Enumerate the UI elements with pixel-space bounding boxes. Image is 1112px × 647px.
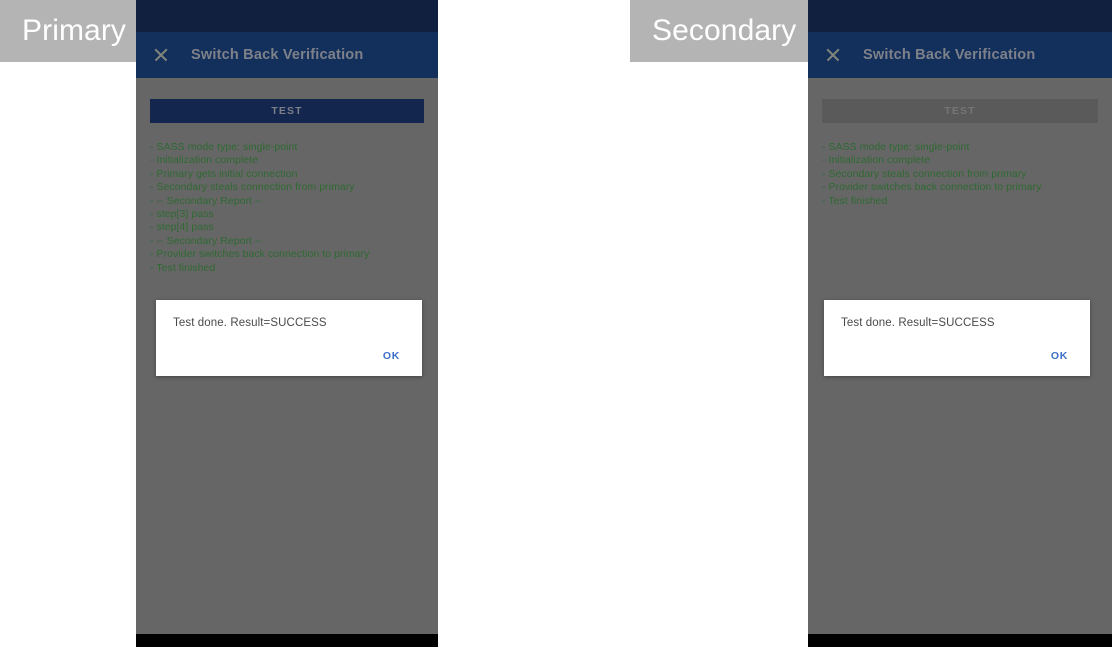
phone-panel-secondary: Switch Back Verification TEST - SASS mod…	[808, 0, 1112, 647]
log-line: - -- Secondary Report --	[150, 234, 263, 247]
close-icon[interactable]	[152, 46, 170, 64]
log-line: - step[3] pass	[150, 208, 214, 221]
dialog-ok-button[interactable]: OK	[377, 346, 406, 366]
log-area-secondary: - SASS mode type: single-point - Initial…	[822, 141, 1098, 208]
status-bar-secondary	[808, 0, 1112, 32]
app-bar-title: Switch Back Verification	[191, 47, 364, 63]
log-line: - step[4] pass	[150, 221, 214, 234]
app-bar-primary: Switch Back Verification	[136, 32, 438, 78]
result-dialog: Test done. Result=SUCCESS OK	[156, 300, 422, 376]
navigation-bar-primary	[136, 634, 438, 647]
navigation-bar-secondary	[808, 634, 1112, 647]
log-line: - Provider switches back connection to p…	[150, 248, 370, 261]
phone-panel-primary: Switch Back Verification TEST - SASS mod…	[136, 0, 438, 647]
log-line: - -- Secondary Report --	[150, 194, 263, 207]
log-line: - Initialization complete	[822, 154, 931, 167]
app-bar-secondary: Switch Back Verification	[808, 32, 1112, 78]
panel-body-secondary: TEST - SASS mode type: single-point - In…	[808, 78, 1112, 647]
caption-secondary-label: Secondary	[652, 14, 797, 47]
test-button: TEST	[822, 99, 1098, 123]
screenshot-stage: Primary Switch Back Verification TEST - …	[0, 0, 1112, 647]
caption-primary-label: Primary	[22, 14, 127, 47]
app-bar-title: Switch Back Verification	[863, 47, 1036, 63]
close-icon[interactable]	[824, 46, 842, 64]
log-line: - Secondary steals connection from prima…	[150, 181, 355, 194]
caption-secondary: Secondary	[630, 0, 808, 62]
log-line: - Initialization complete	[150, 154, 259, 167]
test-button[interactable]: TEST	[150, 99, 424, 123]
dialog-message: Test done. Result=SUCCESS	[173, 317, 327, 329]
log-line: - SASS mode type: single-point	[150, 141, 298, 153]
dialog-ok-button[interactable]: OK	[1045, 346, 1074, 366]
log-line: - Primary gets initial connection	[150, 167, 298, 180]
panel-body-primary: TEST - SASS mode type: single-point - In…	[136, 78, 438, 647]
log-line: - Provider switches back connection to p…	[822, 181, 1042, 194]
log-line: - SASS mode type: single-point	[822, 141, 970, 153]
log-line: - Secondary steals connection from prima…	[822, 167, 1027, 180]
dialog-message: Test done. Result=SUCCESS	[841, 317, 995, 329]
log-area-primary: - SASS mode type: single-point - Initial…	[150, 141, 424, 275]
log-line: - Test finished	[822, 194, 888, 207]
caption-primary: Primary	[0, 0, 136, 62]
status-bar-primary	[136, 0, 438, 32]
result-dialog: Test done. Result=SUCCESS OK	[824, 300, 1090, 376]
log-line: - Test finished	[150, 261, 216, 274]
